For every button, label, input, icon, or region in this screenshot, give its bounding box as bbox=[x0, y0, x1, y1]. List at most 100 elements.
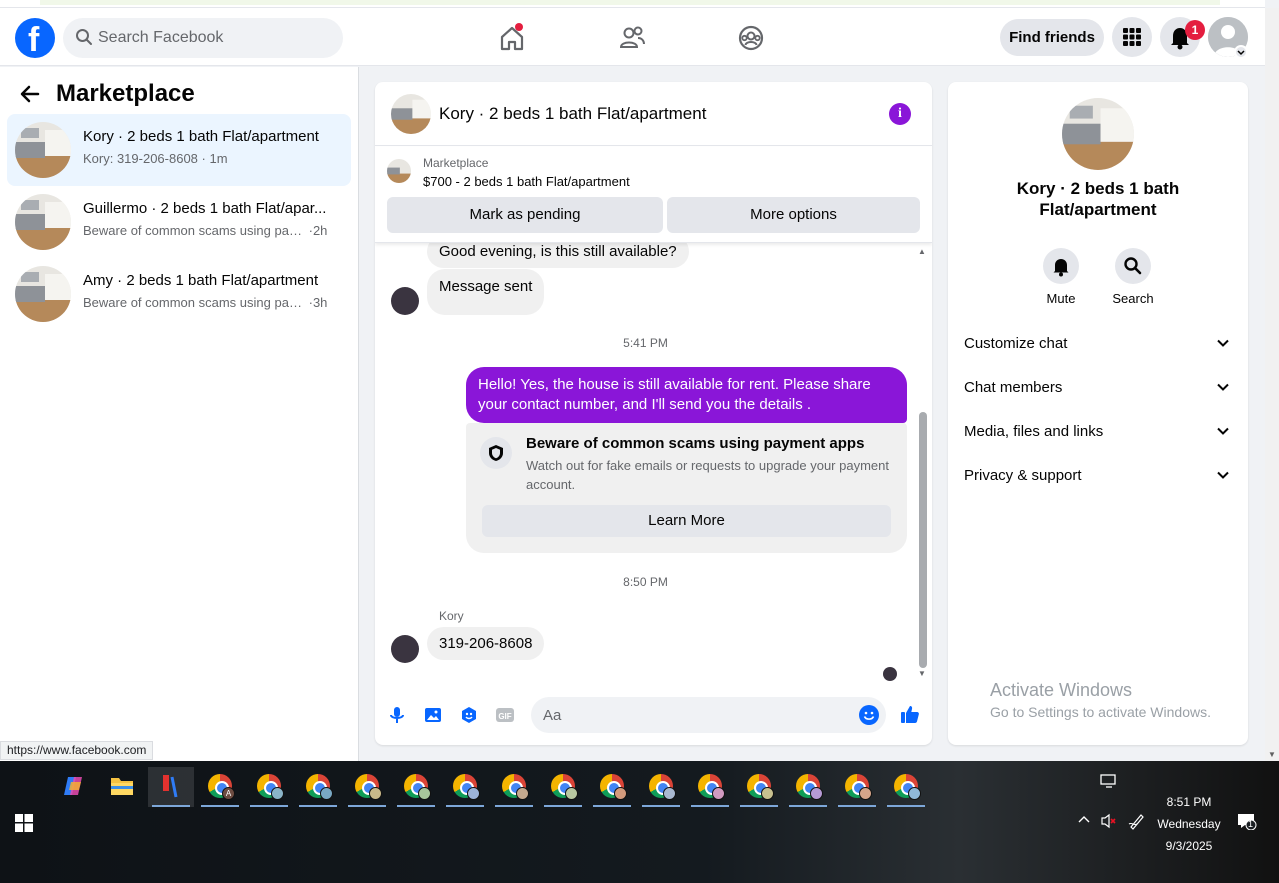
section-label: Customize chat bbox=[964, 335, 1068, 352]
mute-label: Mute bbox=[1046, 291, 1076, 306]
chat-header: Kory · 2 beds 1 bath Flat/apartment i bbox=[375, 82, 932, 146]
facebook-logo-icon[interactable]: f bbox=[15, 18, 55, 59]
chrome-taskbar-icon-6[interactable] bbox=[442, 767, 488, 807]
chrome-taskbar-icon-10[interactable] bbox=[638, 767, 684, 807]
chevron-down-icon bbox=[1217, 427, 1229, 435]
search-box[interactable] bbox=[63, 18, 343, 58]
volume-muted-icon[interactable] bbox=[1100, 813, 1118, 832]
back-arrow-icon[interactable] bbox=[20, 84, 40, 104]
message-input[interactable] bbox=[543, 697, 843, 733]
marketplace-sidebar: Marketplace Kory · 2 beds 1 bath Flat/ap… bbox=[0, 67, 359, 761]
home-nav-button[interactable] bbox=[492, 18, 532, 58]
conversation-name: Amy · 2 beds 1 bath Flat/apartment bbox=[83, 272, 319, 289]
conversation-item-kory[interactable]: Kory · 2 beds 1 bath Flat/apartment Kory… bbox=[7, 114, 351, 186]
scam-warning-card: Beware of common scams using payment app… bbox=[466, 423, 907, 553]
conversation-item-amy[interactable]: Amy · 2 beds 1 bath Flat/apartment Bewar… bbox=[7, 258, 351, 330]
chrome-taskbar-icon-2[interactable] bbox=[246, 767, 292, 807]
notification-badge: 1 bbox=[1185, 20, 1205, 40]
home-icon bbox=[500, 26, 524, 51]
page-scrollbar[interactable]: ▼ bbox=[1265, 8, 1279, 761]
scroll-down-icon[interactable]: ▼ bbox=[1268, 750, 1276, 759]
details-title: Kory · 2 beds 1 bath Flat/apartment bbox=[1016, 179, 1180, 219]
conversation-preview: Beware of common scams using pay... · 2h bbox=[83, 223, 328, 238]
tray-chevron-up-icon[interactable] bbox=[1077, 813, 1091, 828]
chrome-taskbar-icon-8[interactable] bbox=[540, 767, 586, 807]
friends-icon bbox=[619, 26, 645, 48]
scroll-thumb[interactable] bbox=[919, 412, 927, 668]
chrome-taskbar-icon-4[interactable] bbox=[344, 767, 390, 807]
listing-price[interactable]: $700 - 2 beds 1 bath Flat/apartment bbox=[423, 174, 630, 189]
sender-avatar bbox=[391, 635, 419, 663]
details-thumbnail bbox=[1062, 98, 1134, 170]
chat-panel: Kory · 2 beds 1 bath Flat/apartment i Ma… bbox=[375, 82, 932, 745]
section-label: Media, files and links bbox=[964, 423, 1104, 440]
watermark-title: Activate Windows bbox=[990, 680, 1133, 700]
search-label: Search bbox=[1112, 291, 1154, 306]
section-chat-members[interactable]: Chat members bbox=[956, 368, 1240, 408]
sidebar-header: Marketplace bbox=[20, 79, 195, 109]
gif-icon[interactable]: GIF bbox=[495, 705, 515, 725]
sender-avatar bbox=[391, 287, 419, 315]
friends-nav-button[interactable] bbox=[612, 18, 652, 58]
chrome-taskbar-icon-12[interactable] bbox=[736, 767, 782, 807]
windows-taskbar: A 8:51 PM Wednesday 9/3/2025 1 bbox=[0, 761, 1279, 883]
shield-icon bbox=[480, 437, 512, 469]
like-icon[interactable] bbox=[899, 703, 921, 725]
chrome-taskbar-icon-1[interactable]: A bbox=[197, 767, 243, 807]
conversation-item-guillermo[interactable]: Guillermo · 2 beds 1 bath Flat/apar... B… bbox=[7, 186, 351, 258]
chrome-taskbar-icon-5[interactable] bbox=[393, 767, 439, 807]
find-friends-button[interactable]: Find friends bbox=[1000, 19, 1104, 56]
section-customize-chat[interactable]: Customize chat bbox=[956, 324, 1240, 364]
scroll-down-icon[interactable]: ▼ bbox=[917, 669, 927, 678]
taskbar-clock[interactable]: 8:51 PM Wednesday 9/3/2025 bbox=[1150, 791, 1228, 857]
section-media-files-links[interactable]: Media, files and links bbox=[956, 412, 1240, 452]
conversation-name: Kory · 2 beds 1 bath Flat/apartment bbox=[83, 128, 319, 145]
chrome-taskbar-icon-11[interactable] bbox=[687, 767, 733, 807]
more-options-button[interactable]: More options bbox=[667, 197, 920, 233]
chrome-taskbar-icon-14[interactable] bbox=[834, 767, 880, 807]
chrome-taskbar-icon-13[interactable] bbox=[785, 767, 831, 807]
app-taskbar-icon[interactable] bbox=[148, 767, 194, 807]
sticker-icon[interactable] bbox=[459, 705, 479, 725]
marketplace-label: Marketplace bbox=[423, 156, 489, 170]
status-url: https://www.facebook.com bbox=[0, 741, 154, 760]
chat-thumbnail[interactable] bbox=[391, 94, 431, 134]
mute-button[interactable]: Mute bbox=[1031, 248, 1091, 306]
chrome-taskbar-icon-3[interactable] bbox=[295, 767, 341, 807]
search-icon bbox=[76, 29, 92, 45]
network-icon[interactable] bbox=[1100, 773, 1118, 789]
message-bubble: 319-206-8608 bbox=[427, 627, 545, 660]
chat-scrollbar[interactable]: ▲ ▼ bbox=[917, 247, 927, 678]
copilot-taskbar-icon[interactable] bbox=[51, 767, 97, 807]
conversation-preview: Beware of common scams using pay... · 3h bbox=[83, 295, 328, 310]
scroll-up-icon[interactable]: ▲ bbox=[917, 247, 927, 256]
search-input[interactable] bbox=[98, 18, 328, 58]
section-privacy-support[interactable]: Privacy & support bbox=[956, 456, 1240, 496]
info-icon[interactable]: i bbox=[889, 103, 911, 125]
account-chevron-icon[interactable] bbox=[1234, 45, 1248, 59]
emoji-icon[interactable] bbox=[859, 705, 879, 725]
mark-pending-button[interactable]: Mark as pending bbox=[387, 197, 663, 233]
message-input-box[interactable] bbox=[531, 697, 886, 733]
file-explorer-taskbar-icon[interactable] bbox=[99, 767, 145, 807]
home-notification-dot bbox=[515, 23, 523, 31]
action-center-icon[interactable]: 1 bbox=[1237, 812, 1257, 833]
menu-button[interactable] bbox=[1112, 17, 1152, 57]
action-center-count: 1 bbox=[1248, 819, 1254, 829]
listing-thumbnail bbox=[15, 266, 71, 322]
chat-title[interactable]: Kory · 2 beds 1 bath Flat/apartment bbox=[439, 104, 706, 124]
chrome-taskbar-icon-9[interactable] bbox=[589, 767, 635, 807]
image-icon[interactable] bbox=[423, 705, 443, 725]
groups-nav-button[interactable] bbox=[731, 18, 771, 58]
chrome-taskbar-icon-15[interactable] bbox=[883, 767, 929, 807]
clock-time: 8:51 PM bbox=[1166, 795, 1212, 809]
pen-icon[interactable] bbox=[1128, 812, 1146, 833]
microphone-icon[interactable] bbox=[387, 705, 407, 725]
learn-more-button[interactable]: Learn More bbox=[482, 505, 891, 537]
chrome-taskbar-icon-7[interactable] bbox=[491, 767, 537, 807]
search-chat-button[interactable]: Search bbox=[1103, 248, 1163, 306]
listing-thumbnail bbox=[15, 194, 71, 250]
timestamp: 5:41 PM bbox=[623, 336, 668, 350]
windows-start-icon[interactable] bbox=[15, 814, 33, 832]
clock-date: 9/3/2025 bbox=[1165, 839, 1213, 853]
